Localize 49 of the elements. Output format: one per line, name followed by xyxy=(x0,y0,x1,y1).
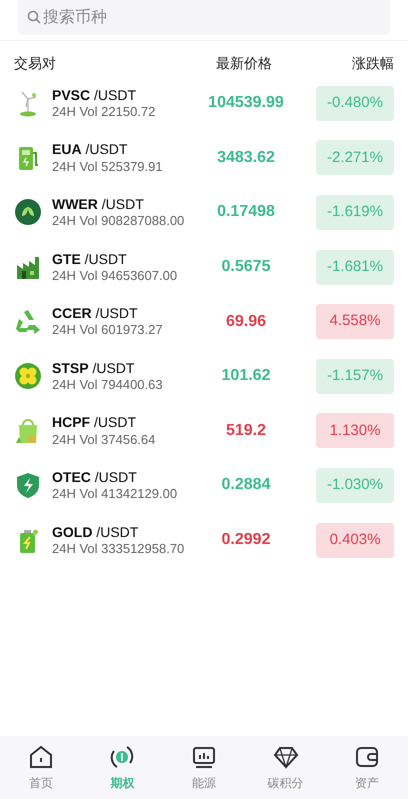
tab-bar-item[interactable]: 期权 xyxy=(82,736,164,799)
tab-bar-item[interactable]: 首页 xyxy=(0,736,82,799)
volume-text: 24H Vol 94653607.00 xyxy=(52,268,178,285)
price-text: 0.2992 xyxy=(220,530,272,550)
volume-text: 24H Vol 37456.64 xyxy=(52,432,156,448)
column-header: 最新价格 xyxy=(215,54,273,73)
change-tag: 1.130% xyxy=(316,413,394,448)
change-tag: -2.271% xyxy=(316,140,394,176)
price-text: 3483.62 xyxy=(216,148,276,168)
change-tag: 0.403% xyxy=(316,522,394,558)
tab-bar-item[interactable]: 碳积分 xyxy=(244,736,326,799)
tab-bar-item[interactable]: 能源 xyxy=(163,736,245,799)
trading-pair: CCER /USDT xyxy=(52,304,139,322)
volume-text: 24H Vol 794400.63 xyxy=(52,376,164,394)
search-field[interactable]: 搜索币种 xyxy=(18,0,390,35)
price-text: 519.2 xyxy=(224,420,268,441)
trading-pair: GOLD /USDT xyxy=(52,522,140,541)
change-tag: -1.030% xyxy=(316,468,394,503)
volume-text: 24H Vol 41342129.00 xyxy=(52,486,178,503)
price-text: 0.17498 xyxy=(216,202,276,222)
trading-pair: OTEC /USDT xyxy=(52,468,138,486)
volume-text: 24H Vol 525379.91 xyxy=(52,158,164,176)
trading-pair: PVSC /USDT xyxy=(52,86,138,104)
trading-pair: WWER /USDT xyxy=(52,194,145,214)
tab-bar-item[interactable]: 资产 xyxy=(326,736,408,799)
price-text: 104539.99 xyxy=(207,93,285,114)
volume-text: 24H Vol 601973.27 xyxy=(52,322,164,340)
trading-pair: STSP /USDT xyxy=(52,358,136,377)
price-text: 101.62 xyxy=(220,366,272,386)
recycle-icon xyxy=(14,308,42,336)
trading-pair: GTE /USDT xyxy=(52,250,128,268)
change-tag: -0.480% xyxy=(316,86,394,121)
change-tag: -1.681% xyxy=(316,250,394,285)
volume-text: 24H Vol 908287088.00 xyxy=(52,213,186,230)
leaf-icon xyxy=(14,198,42,226)
change-tag: -1.157% xyxy=(316,358,394,394)
column-header: 交易对 xyxy=(14,54,57,73)
change-tag: 4.558% xyxy=(316,304,394,340)
price-text: 0.5675 xyxy=(220,257,272,278)
trading-pair: HCPF /USDT xyxy=(52,413,138,432)
column-header: 涨跌幅 xyxy=(351,54,394,73)
flower-icon xyxy=(14,362,42,390)
trading-pair: EUA /USDT xyxy=(52,140,128,159)
price-text: 0.2884 xyxy=(220,475,272,496)
price-text: 69.96 xyxy=(224,312,268,332)
shield-icon xyxy=(14,471,42,500)
change-tag: -1.619% xyxy=(316,194,394,230)
volume-text: 24H Vol 22150.72 xyxy=(52,104,156,121)
volume-text: 24H Vol 333512958.70 xyxy=(52,540,186,558)
